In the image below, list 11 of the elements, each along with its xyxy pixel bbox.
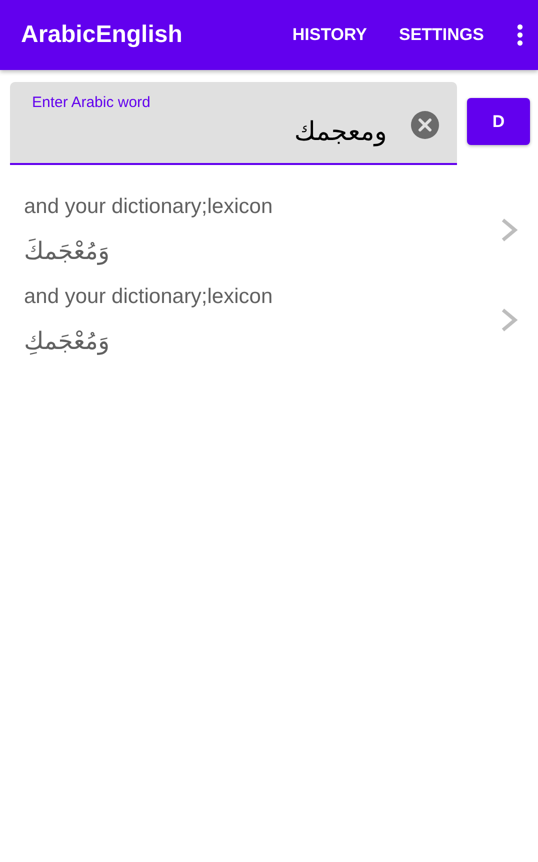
clear-icon[interactable] <box>411 111 439 139</box>
translation-text: and your dictionary;lexicon <box>24 285 274 309</box>
arabic-word: وَمُعْجَمكِ <box>24 327 110 355</box>
more-icon[interactable] <box>516 24 524 46</box>
app-title: ArabicEnglish <box>21 21 184 49</box>
translation-text: and your dictionary;lexicon <box>24 195 274 219</box>
field-value: ومعجمك <box>294 116 387 149</box>
arabic-word: وَمُعْجَمكَ <box>24 237 110 265</box>
settings-button[interactable]: SETTINGS <box>398 19 484 51</box>
history-button[interactable]: HISTORY <box>292 19 367 51</box>
search-button[interactable]: D <box>467 98 530 145</box>
